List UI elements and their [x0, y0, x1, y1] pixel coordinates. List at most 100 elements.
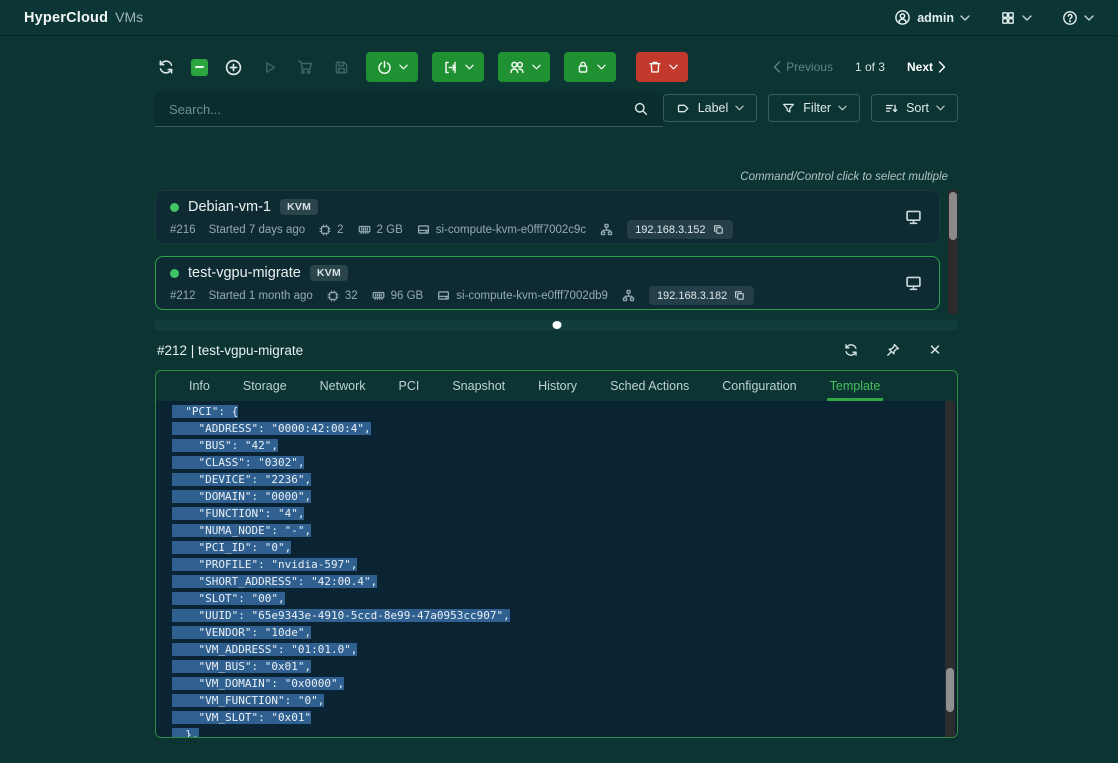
network-tree-icon [621, 288, 636, 303]
lock-icon [575, 59, 591, 75]
label-dropdown[interactable]: Label [663, 94, 758, 122]
tab-network[interactable]: Network [317, 371, 369, 401]
vm-list-scrollbar-thumb[interactable] [949, 192, 957, 240]
code-line: "PCI": { [172, 403, 957, 420]
ownership-dropdown[interactable] [498, 52, 550, 82]
memory-icon [357, 222, 372, 237]
trash-icon [647, 59, 663, 75]
tab-configuration[interactable]: Configuration [719, 371, 799, 401]
sort-dropdown[interactable]: Sort [871, 94, 958, 122]
code-line: "VM_FUNCTION": "0", [172, 692, 957, 709]
vnc-console-button[interactable] [904, 208, 923, 227]
tab-snapshot[interactable]: Snapshot [449, 371, 508, 401]
vm-ip-pill[interactable]: 192.168.3.182 [649, 286, 754, 305]
app-brand: HyperCloud VMs [24, 9, 143, 26]
chevron-left-icon [773, 61, 781, 73]
tab-storage[interactable]: Storage [240, 371, 290, 401]
vm-name: test-vgpu-migrate [188, 265, 301, 281]
deploy-button [258, 56, 280, 78]
template-code-area[interactable]: "PCI": { "ADDRESS": "0000:42:00:4", "BUS… [156, 401, 957, 737]
vm-cpu: 2 [318, 223, 343, 237]
vm-ip: 192.168.3.152 [635, 224, 705, 236]
power-actions-dropdown[interactable] [366, 52, 418, 82]
code-scrollbar[interactable] [945, 401, 955, 737]
code-line: }, [172, 726, 957, 737]
chevron-down-icon [532, 64, 541, 70]
refresh-button[interactable] [155, 56, 177, 78]
tab-pci[interactable]: PCI [395, 371, 422, 401]
chevron-down-icon [936, 105, 945, 111]
vm-cpu: 32 [326, 289, 358, 303]
code-line: "SHORT_ADDRESS": "42:00.4", [172, 573, 957, 590]
code-line: "VM_SLOT": "0x01" [172, 709, 957, 726]
vm-ip-pill[interactable]: 192.168.3.152 [627, 220, 732, 239]
multiselect-hint: Command/Control click to select multiple [155, 171, 958, 183]
tab-template[interactable]: Template [827, 371, 884, 401]
migrate-dropdown[interactable] [432, 52, 484, 82]
detail-close-button[interactable]: ✕ [924, 339, 946, 361]
copy-icon [733, 289, 746, 302]
vnc-console-button[interactable] [904, 274, 923, 293]
vm-status-dot [170, 269, 179, 278]
resize-dot [552, 321, 561, 329]
sort-icon [884, 101, 899, 116]
search-icon[interactable] [633, 101, 649, 117]
filter-dropdown[interactable]: Filter [768, 94, 860, 122]
save-icon [333, 59, 350, 76]
template-code: "PCI": { "ADDRESS": "0000:42:00:4", "BUS… [172, 403, 957, 737]
chevron-down-icon [465, 64, 474, 70]
vm-name: Debian-vm-1 [188, 199, 271, 215]
vm-card[interactable]: test-vgpu-migrate KVM #212 Started 1 mon… [155, 256, 940, 310]
page-status: 1 of 3 [855, 60, 885, 74]
panel-resize-handle[interactable] [155, 320, 958, 330]
vm-id: #212 [170, 290, 196, 302]
pagination: Previous 1 of 3 Next [773, 60, 958, 74]
indeterminate-check-icon [195, 66, 204, 68]
help-menu[interactable] [1062, 10, 1094, 26]
user-icon [894, 9, 911, 26]
lock-dropdown[interactable] [564, 52, 616, 82]
user-menu[interactable]: admin [894, 9, 970, 26]
vm-list-scrollbar[interactable] [948, 190, 958, 314]
code-line: "FUNCTION": "4", [172, 505, 957, 522]
power-icon [376, 59, 393, 76]
create-vm-button[interactable] [222, 56, 244, 78]
vm-network [599, 222, 614, 237]
code-line: "SLOT": "00", [172, 590, 957, 607]
vm-id: #216 [170, 224, 196, 236]
code-line: "UUID": "65e9343e-4910-5ccd-8e99-47a0953… [172, 607, 957, 624]
network-tree-icon [599, 222, 614, 237]
vm-hypervisor-badge: KVM [310, 265, 348, 281]
code-line: "VENDOR": "10de", [172, 624, 957, 641]
tab-sched-actions[interactable]: Sched Actions [607, 371, 692, 401]
next-page-button[interactable]: Next [907, 60, 946, 74]
code-line: "DEVICE": "2236", [172, 471, 957, 488]
code-scrollbar-thumb[interactable] [946, 668, 954, 712]
refresh-icon [157, 58, 175, 76]
delete-dropdown[interactable] [636, 52, 688, 82]
vm-card[interactable]: Debian-vm-1 KVM #216 Started 7 days ago … [155, 190, 940, 244]
cart-icon [296, 58, 314, 76]
vm-ram: 96 GB [371, 288, 424, 303]
code-line: "VM_ADDRESS": "01:01.0", [172, 641, 957, 658]
apps-menu[interactable] [1000, 10, 1032, 26]
code-line: "VM_DOMAIN": "0x0000", [172, 675, 957, 692]
vm-status-dot [170, 203, 179, 212]
drive-icon [416, 222, 431, 237]
chevron-down-icon [1022, 15, 1032, 21]
cpu-icon [326, 289, 340, 303]
vm-hypervisor-badge: KVM [280, 199, 318, 215]
help-icon [1062, 10, 1078, 26]
topbar: HyperCloud VMs admin [0, 0, 1118, 36]
chevron-down-icon [735, 105, 744, 111]
select-all-checkbox[interactable] [191, 59, 208, 76]
vm-toolbar: Previous 1 of 3 Next [155, 52, 958, 82]
code-line: "DOMAIN": "0000", [172, 488, 957, 505]
tab-info[interactable]: Info [186, 371, 213, 401]
label-tag-icon [676, 101, 691, 116]
migrate-icon [442, 59, 459, 76]
tab-history[interactable]: History [535, 371, 580, 401]
search-input[interactable] [169, 102, 633, 117]
detail-refresh-button[interactable] [840, 339, 862, 361]
detail-pin-button[interactable] [882, 339, 904, 361]
